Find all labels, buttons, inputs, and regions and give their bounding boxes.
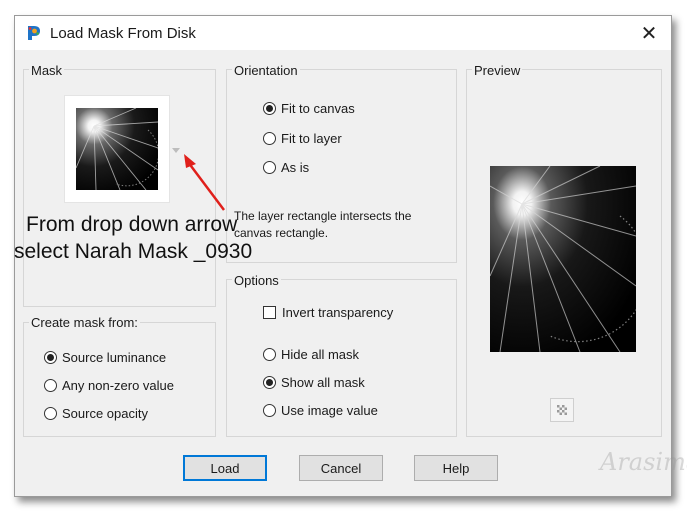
close-button[interactable]: ✕: [627, 16, 671, 50]
radio-indicator[interactable]: [44, 407, 57, 420]
dialog-title: Load Mask From Disk: [50, 25, 196, 42]
as-is-radio[interactable]: As is: [263, 160, 309, 175]
radio-indicator[interactable]: [263, 102, 276, 115]
use-image-value-radio[interactable]: Use image value: [263, 403, 378, 418]
mask-thumbnail-frame[interactable]: [64, 95, 170, 203]
radio-label: As is: [281, 160, 310, 175]
radio-label: Fit to layer: [281, 131, 342, 146]
radio-label: Show all mask: [281, 375, 365, 390]
watermark: Arasimages: [600, 448, 687, 476]
title-bar: Load Mask From Disk ✕: [15, 16, 671, 50]
radio-indicator[interactable]: [263, 161, 276, 174]
annotation-arrow-icon: [184, 154, 225, 211]
mask-group-label: Mask: [29, 63, 65, 78]
radio-label: Any non-zero value: [62, 378, 175, 393]
fit-to-canvas-radio[interactable]: Fit to canvas: [263, 101, 355, 116]
radio-label: Source opacity: [62, 406, 148, 421]
close-icon: ✕: [640, 22, 658, 45]
source-opacity-radio[interactable]: Source opacity: [44, 406, 148, 421]
help-button[interactable]: Help: [414, 455, 498, 481]
checkbox-label: Invert transparency: [282, 305, 394, 320]
load-button[interactable]: Load: [183, 455, 267, 481]
fit-to-layer-radio[interactable]: Fit to layer: [263, 131, 342, 146]
radio-indicator[interactable]: [263, 348, 276, 361]
radio-label: Fit to canvas: [281, 101, 355, 116]
cancel-button[interactable]: Cancel: [299, 455, 383, 481]
orientation-description: The layer rectangle intersects the canva…: [234, 209, 412, 240]
radio-indicator[interactable]: [263, 376, 276, 389]
radio-indicator[interactable]: [44, 351, 57, 364]
source-luminance-radio[interactable]: Source luminance: [44, 350, 166, 365]
hide-all-mask-radio[interactable]: Hide all mask: [263, 347, 359, 362]
radio-indicator[interactable]: [263, 404, 276, 417]
orientation-label: Orientation: [232, 63, 300, 78]
mask-thumbnail: [76, 108, 158, 190]
radio-indicator[interactable]: [44, 379, 57, 392]
options-label: Options: [232, 273, 281, 288]
checkbox-box[interactable]: [263, 306, 276, 319]
radio-label: Hide all mask: [281, 347, 360, 362]
paintshop-app-icon: [28, 26, 40, 40]
show-all-mask-radio[interactable]: Show all mask: [263, 375, 365, 390]
radio-label: Source luminance: [62, 350, 167, 365]
annotation-line-2: select Narah Mask _0930: [14, 240, 253, 263]
create-mask-from-label: Create mask from:: [29, 315, 140, 330]
preview-label: Preview: [472, 63, 523, 78]
invert-transparency-checkbox[interactable]: Invert transparency: [263, 305, 393, 320]
radio-indicator[interactable]: [263, 132, 276, 145]
transparency-checker-icon[interactable]: [550, 398, 574, 422]
any-non-zero-value-radio[interactable]: Any non-zero value: [44, 378, 174, 393]
radio-label: Use image value: [281, 403, 378, 418]
preview-image: [490, 166, 636, 352]
